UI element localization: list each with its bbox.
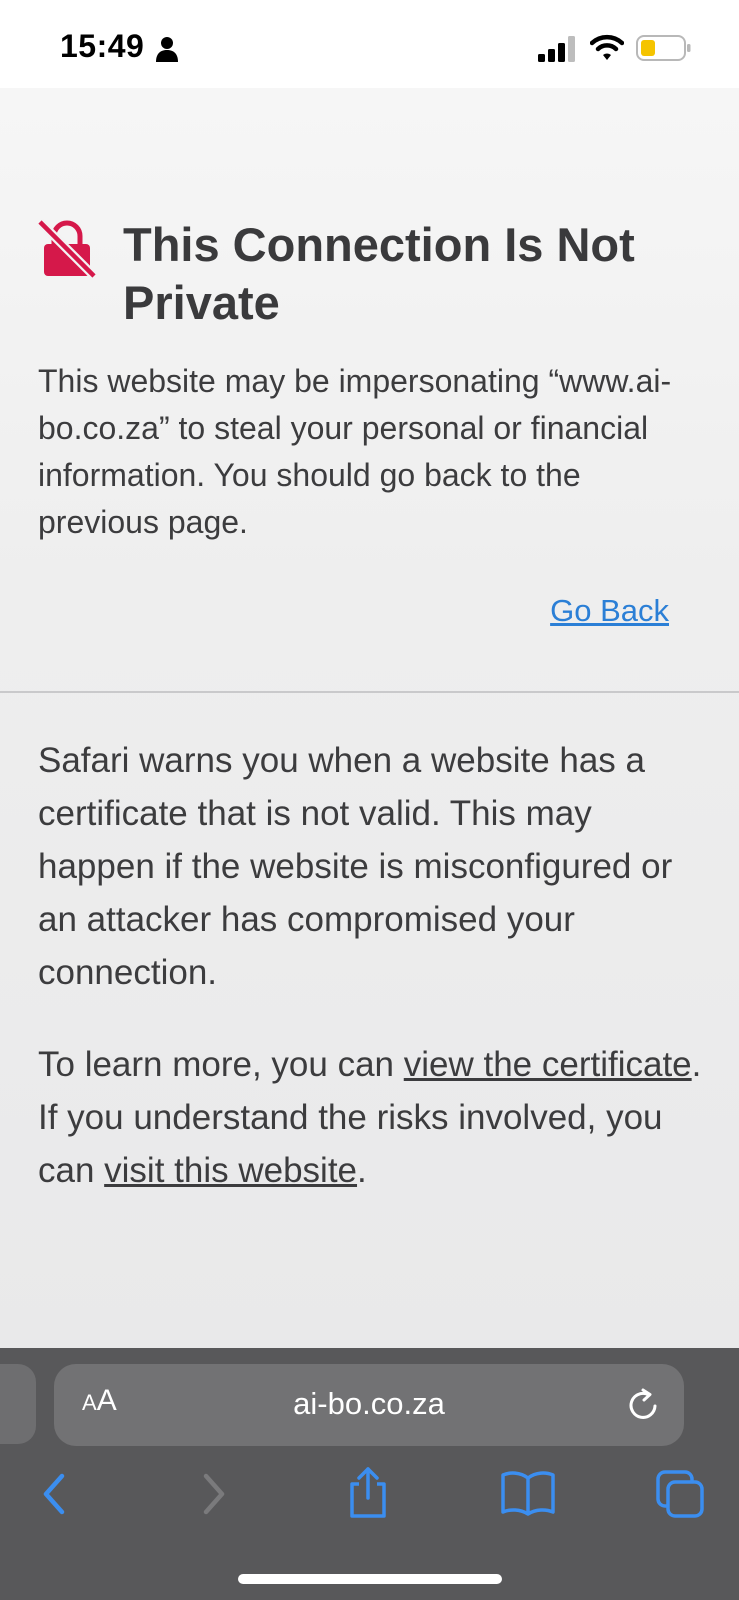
certificate-warning-text: Safari warns you when a website has a ce… [38, 741, 673, 992]
status-time: 15:49 [60, 28, 145, 64]
person-icon [156, 37, 178, 62]
learn-more-suffix: . [357, 1151, 367, 1190]
page-title: This Connection Is Not Private [123, 218, 635, 329]
learn-more-text: To learn more, you can view the certific… [38, 1038, 718, 1197]
bookmarks-icon[interactable] [500, 1470, 556, 1516]
cellular-signal-icon [538, 36, 575, 62]
browser-bottom-bar: AA ai-bo.co.za [0, 1348, 739, 1600]
back-icon[interactable] [36, 1470, 72, 1518]
battery-icon [636, 35, 691, 61]
status-bar: 15:49 [0, 0, 739, 88]
forward-icon[interactable] [196, 1470, 232, 1518]
warning-page: This Connection Is Not Private This webs… [0, 88, 739, 1348]
wifi-icon [590, 34, 624, 60]
share-icon[interactable] [344, 1466, 392, 1518]
view-certificate-link[interactable]: view the certificate [404, 1045, 692, 1084]
lock-slash-icon [36, 218, 98, 280]
home-indicator[interactable] [238, 1574, 502, 1584]
learn-more-prefix: To learn more, you can [38, 1045, 404, 1084]
previous-tab-peek[interactable] [0, 1364, 36, 1444]
go-back-link[interactable]: Go Back [550, 593, 669, 629]
reload-icon[interactable] [624, 1386, 662, 1424]
divider [0, 691, 739, 693]
tabs-icon[interactable] [656, 1470, 704, 1518]
address-bar[interactable]: AA ai-bo.co.za [54, 1364, 684, 1446]
url-text[interactable]: ai-bo.co.za [54, 1386, 684, 1422]
visit-website-link[interactable]: visit this website [104, 1151, 357, 1190]
warning-intro-text: This website may be impersonating “www.a… [38, 363, 672, 540]
